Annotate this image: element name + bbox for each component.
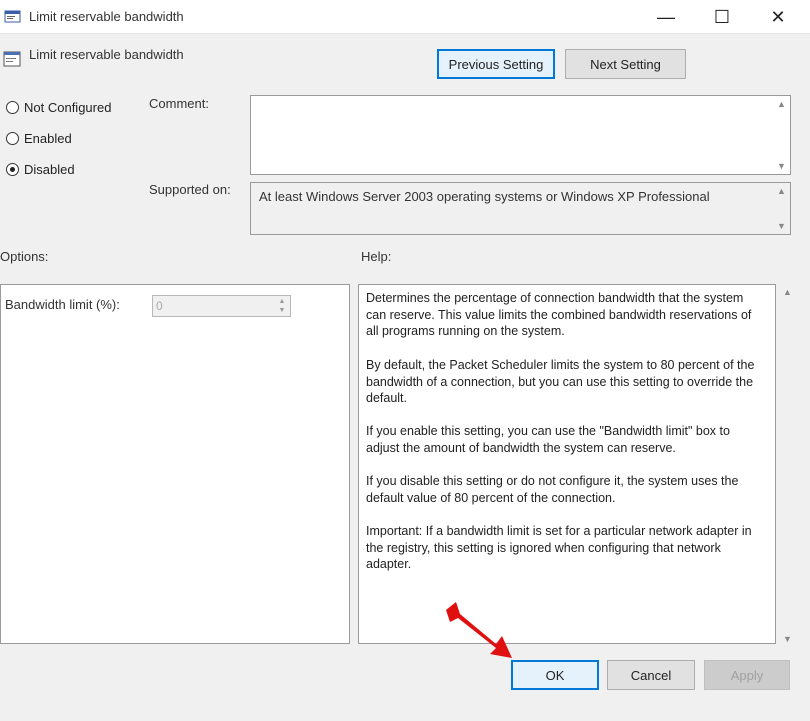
- bandwidth-limit-spinner[interactable]: 0 ▲ ▼: [152, 295, 291, 317]
- red-arrow-icon: [446, 602, 512, 658]
- help-paragraph: If you enable this setting, you can use …: [366, 424, 730, 455]
- help-paragraph: Determines the percentage of connection …: [366, 291, 752, 338]
- radio-label: Not Configured: [24, 100, 112, 115]
- comment-label: Comment:: [149, 96, 209, 111]
- bandwidth-limit-label: Bandwidth limit (%):: [5, 297, 120, 312]
- close-icon: ✕: [770, 6, 786, 27]
- radio-disabled[interactable]: Disabled: [6, 162, 75, 177]
- supported-scrollbar[interactable]: ▲ ▼: [774, 183, 790, 234]
- comment-scrollbar[interactable]: ▲ ▼: [774, 96, 790, 174]
- previous-setting-button[interactable]: Previous Setting: [437, 49, 555, 79]
- ok-button[interactable]: OK: [511, 660, 599, 690]
- scroll-up-icon[interactable]: ▲: [777, 186, 786, 196]
- options-label: Options:: [0, 249, 49, 264]
- radio-not-configured[interactable]: Not Configured: [6, 100, 111, 115]
- help-paragraph: By default, the Packet Scheduler limits …: [366, 358, 755, 405]
- supported-on-field: At least Windows Server 2003 operating s…: [250, 182, 791, 235]
- scroll-down-icon[interactable]: ▼: [777, 161, 786, 171]
- bandwidth-limit-value: 0: [156, 299, 163, 313]
- help-paragraph: If you disable this setting or do not co…: [366, 474, 739, 505]
- setting-name: Limit reservable bandwidth: [29, 47, 184, 62]
- spinner-arrows-icon[interactable]: ▲ ▼: [276, 297, 288, 315]
- maximize-button[interactable]: ☐: [694, 0, 750, 34]
- options-panel: Bandwidth limit (%): 0 ▲ ▼: [0, 284, 350, 644]
- radio-enabled[interactable]: Enabled: [6, 131, 72, 146]
- scroll-down-icon[interactable]: ▼: [783, 634, 792, 644]
- radio-label: Enabled: [24, 131, 72, 146]
- title-bar: Limit reservable bandwidth — ☐ ✕: [0, 0, 810, 34]
- supported-on-label: Supported on:: [149, 182, 231, 197]
- help-panel: Determines the percentage of connection …: [358, 284, 776, 644]
- scroll-down-icon[interactable]: ▼: [777, 221, 786, 231]
- supported-on-value: At least Windows Server 2003 operating s…: [259, 189, 710, 204]
- apply-button[interactable]: Apply: [704, 660, 790, 690]
- radio-dot: [10, 167, 15, 172]
- dialog-scrollbar[interactable]: ▲ ▼: [781, 284, 795, 644]
- radio-label: Disabled: [24, 162, 75, 177]
- maximize-icon: ☐: [713, 6, 731, 27]
- comment-input[interactable]: ▲ ▼: [250, 95, 791, 175]
- policy-app-icon: [4, 10, 21, 23]
- radio-circle-selected: [6, 163, 19, 176]
- minimize-button[interactable]: —: [638, 0, 694, 34]
- radio-circle: [6, 101, 19, 114]
- scroll-up-icon[interactable]: ▲: [777, 99, 786, 109]
- scroll-up-icon[interactable]: ▲: [783, 287, 792, 297]
- help-label: Help:: [361, 249, 392, 264]
- setting-icon: [3, 51, 21, 67]
- radio-circle: [6, 132, 19, 145]
- help-paragraph: Important: If a bandwidth limit is set f…: [366, 524, 752, 571]
- cancel-button[interactable]: Cancel: [607, 660, 695, 690]
- next-setting-button[interactable]: Next Setting: [565, 49, 686, 79]
- window-title: Limit reservable bandwidth: [29, 9, 184, 24]
- close-button[interactable]: ✕: [750, 0, 806, 34]
- minimize-icon: —: [657, 6, 675, 27]
